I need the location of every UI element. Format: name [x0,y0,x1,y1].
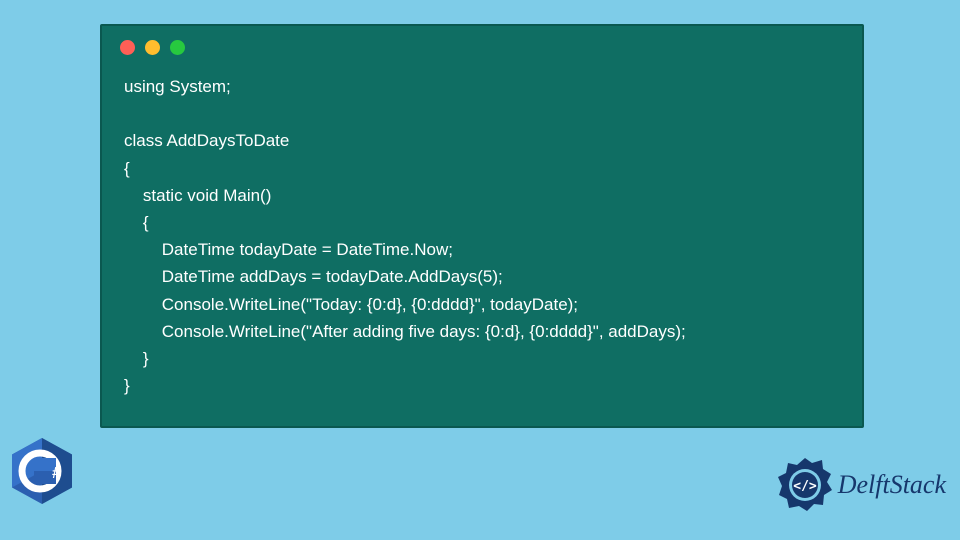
code-line: class AddDaysToDate [124,131,289,150]
code-line: { [124,159,130,178]
delftstack-badge-icon: </> [776,456,834,514]
minimize-icon [145,40,160,55]
code-content: using System; class AddDaysToDate { stat… [102,63,862,409]
code-line: DateTime addDays = todayDate.AddDays(5); [124,267,503,286]
delftstack-logo: </> DelftStack [776,456,946,514]
code-line: static void Main() [124,186,271,205]
delftstack-text: DelftStack [838,470,946,500]
code-line: } [124,376,130,395]
code-line: using System; [124,77,231,96]
svg-text:#: # [52,465,61,482]
code-window: using System; class AddDaysToDate { stat… [100,24,864,428]
maximize-icon [170,40,185,55]
code-line: DateTime todayDate = DateTime.Now; [124,240,453,259]
code-line: { [124,213,149,232]
code-line: Console.WriteLine("After adding five day… [124,322,686,341]
code-line: } [124,349,149,368]
code-line: Console.WriteLine("Today: {0:d}, {0:dddd… [124,295,578,314]
csharp-logo-icon: # [12,438,72,504]
window-traffic-lights [102,26,862,63]
svg-text:</>: </> [793,479,817,494]
close-icon [120,40,135,55]
